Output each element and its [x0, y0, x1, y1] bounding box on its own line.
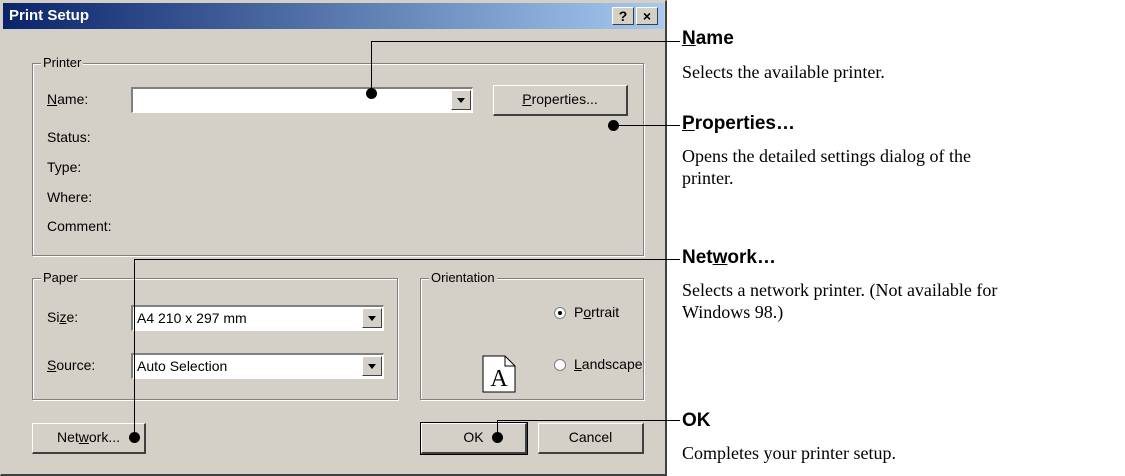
callout-line-network-vertical: [134, 259, 135, 438]
paper-group: Paper: [32, 270, 398, 400]
printer-name-select[interactable]: [131, 87, 473, 113]
chevron-down-icon: [368, 316, 376, 321]
printer-group-label: Printer: [41, 55, 84, 70]
paper-source-dropdown-button[interactable]: [362, 356, 382, 376]
callout-line-properties: [613, 125, 680, 126]
title-bar: Print Setup ? ×: [3, 3, 664, 29]
type-label: Type:: [47, 159, 82, 175]
portrait-page-icon: A: [482, 355, 516, 393]
annotation-properties-heading: Properties…: [682, 113, 795, 134]
paper-group-label: Paper: [41, 270, 80, 285]
annotation-network-heading: Network…: [682, 247, 776, 268]
landscape-label[interactable]: Landscape: [574, 356, 643, 372]
comment-label: Comment:: [47, 218, 112, 234]
annotation-name-desc: Selects the available printer.: [682, 62, 885, 82]
radio-selected-dot: [558, 311, 562, 315]
properties-button[interactable]: Properties...: [493, 85, 628, 116]
chevron-down-icon: [368, 364, 376, 369]
paper-source-value: Auto Selection: [137, 358, 228, 374]
close-button[interactable]: ×: [636, 7, 658, 25]
size-label: Size:: [47, 309, 79, 325]
print-setup-dialog: Print Setup ? × Printer Name: Properties…: [0, 0, 667, 476]
orientation-group-label: Orientation: [429, 270, 497, 285]
cancel-button[interactable]: Cancel: [538, 423, 644, 454]
status-label: Status:: [47, 129, 91, 145]
annotation-name-heading: Name: [682, 28, 734, 49]
paper-size-dropdown-button[interactable]: [362, 308, 382, 328]
printer-name-dropdown-button[interactable]: [451, 90, 471, 110]
ok-button[interactable]: OK: [420, 422, 528, 455]
paper-size-value: A4 210 x 297 mm: [137, 310, 247, 326]
paper-size-select[interactable]: A4 210 x 297 mm: [131, 305, 384, 331]
name-label: Name:: [47, 91, 89, 107]
callout-dot-name: [366, 88, 377, 99]
paper-source-select[interactable]: Auto Selection: [131, 353, 384, 379]
page-icon-letter: A: [490, 366, 508, 392]
callout-dot-network: [129, 432, 140, 443]
annotation-ok-heading: OK: [682, 410, 711, 431]
callout-dot-ok: [492, 432, 503, 443]
annotation-ok-desc: Completes your printer setup.: [682, 443, 896, 463]
chevron-down-icon: [457, 98, 465, 103]
dialog-title: Print Setup: [9, 7, 90, 24]
callout-line-name-vertical: [371, 41, 372, 93]
annotation-properties-desc: Opens the detailed settings dialog of th…: [682, 146, 971, 188]
where-label: Where:: [47, 189, 93, 205]
callout-line-network: [134, 259, 680, 260]
callout-line-ok: [497, 420, 680, 421]
callout-dot-properties: [608, 120, 619, 131]
help-button[interactable]: ?: [612, 7, 634, 25]
callout-line-name: [371, 41, 680, 42]
annotation-network-desc: Selects a network printer. (Not availabl…: [682, 280, 998, 322]
orientation-group: Orientation: [420, 270, 644, 400]
portrait-radio[interactable]: [554, 307, 566, 319]
portrait-label[interactable]: Portrait: [574, 304, 619, 320]
landscape-radio[interactable]: [554, 359, 566, 371]
source-label: Source:: [47, 357, 96, 373]
